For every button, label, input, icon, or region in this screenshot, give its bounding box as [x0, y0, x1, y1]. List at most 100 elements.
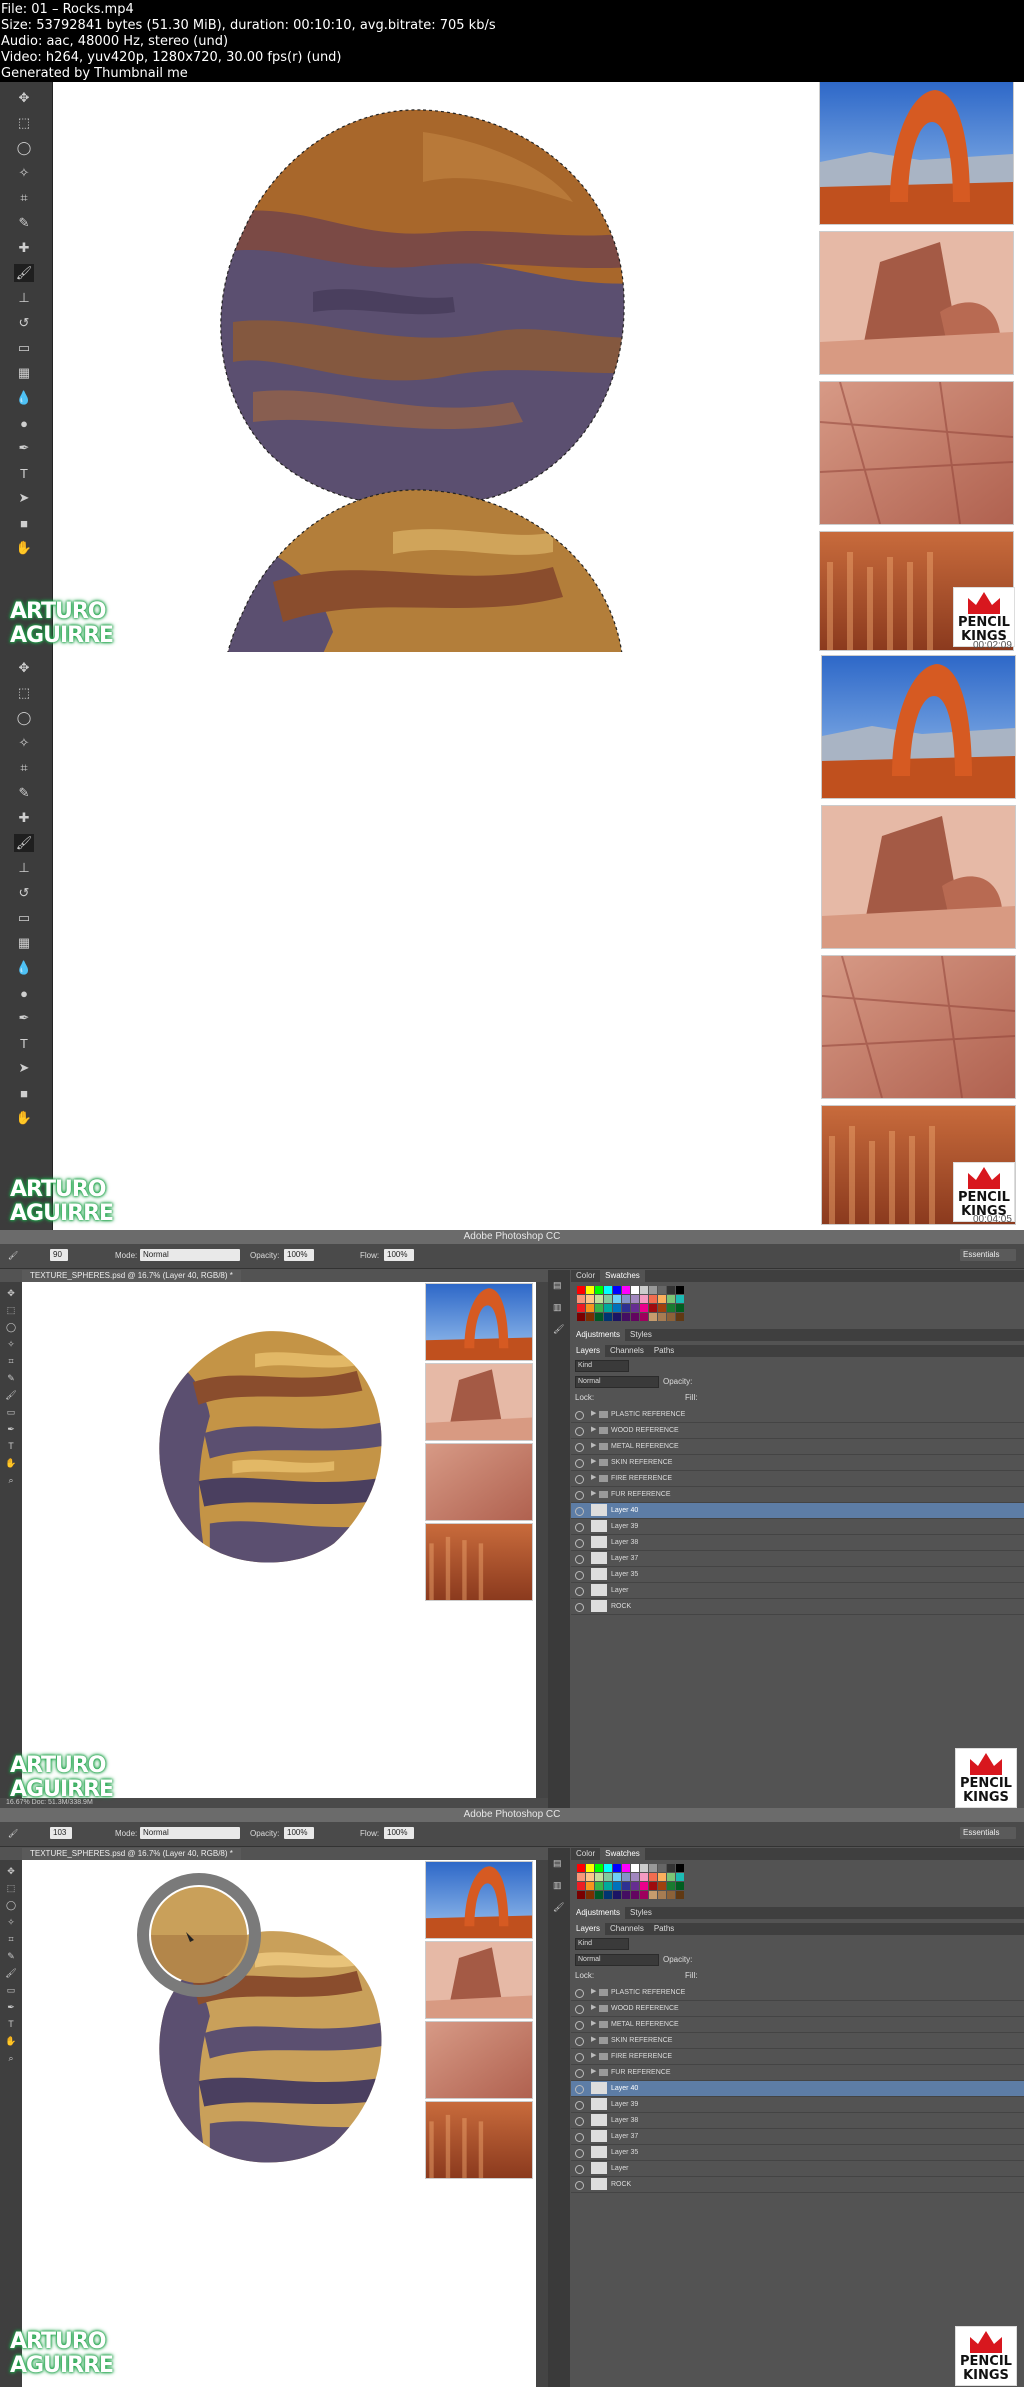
- visibility-eye-icon[interactable]: [575, 1427, 584, 1436]
- blend-mode-select[interactable]: Normal: [575, 1376, 659, 1388]
- swatch-chip[interactable]: [622, 1864, 630, 1872]
- swatch-chip[interactable]: [676, 1286, 684, 1294]
- layer-row[interactable]: ROCK: [571, 2177, 1024, 2193]
- layer-row[interactable]: Layer 38: [571, 1535, 1024, 1551]
- document-canvas[interactable]: [22, 1282, 536, 1798]
- swatch-chip[interactable]: [604, 1286, 612, 1294]
- swatch-chip[interactable]: [577, 1304, 585, 1312]
- swatch-chip[interactable]: [613, 1873, 621, 1881]
- swatch-chip[interactable]: [613, 1295, 621, 1303]
- marquee-tool-icon[interactable]: ⬚: [4, 1304, 18, 1316]
- tab-adjustments[interactable]: Adjustments: [571, 1329, 626, 1341]
- layer-row[interactable]: ▶ SKIN REFERENCE: [571, 1455, 1024, 1471]
- swatch-chip[interactable]: [604, 1304, 612, 1312]
- swatch-chip[interactable]: [649, 1286, 657, 1294]
- eraser-icon[interactable]: ▭: [4, 1406, 18, 1418]
- eyedropper-icon[interactable]: ✎: [14, 784, 34, 802]
- expand-arrow-icon[interactable]: ▶: [591, 2020, 596, 2028]
- swatch-chip[interactable]: [658, 1304, 666, 1312]
- visibility-eye-icon[interactable]: [575, 2181, 584, 2190]
- swatch-chip[interactable]: [622, 1313, 630, 1321]
- history-brush-icon[interactable]: ↺: [14, 314, 34, 332]
- visibility-eye-icon[interactable]: [575, 1491, 584, 1500]
- marquee-tool-icon[interactable]: ⬚: [14, 114, 34, 132]
- crop-tool-icon[interactable]: ⌗: [14, 189, 34, 207]
- eraser-icon[interactable]: ▭: [14, 339, 34, 357]
- zoom-tool-icon[interactable]: ⌕: [4, 1474, 18, 1486]
- swatch-chip[interactable]: [649, 1873, 657, 1881]
- swatch-chip[interactable]: [667, 1873, 675, 1881]
- properties-icon[interactable]: ▥: [553, 1302, 565, 1314]
- swatch-chip[interactable]: [640, 1304, 648, 1312]
- layer-row[interactable]: ▶ SKIN REFERENCE: [571, 2033, 1024, 2049]
- eyedropper-icon[interactable]: ✎: [4, 1950, 18, 1962]
- properties-icon[interactable]: ▥: [553, 1880, 565, 1892]
- swatch-chip[interactable]: [649, 1295, 657, 1303]
- layer-row[interactable]: ▶ PLASTIC REFERENCE: [571, 1985, 1024, 2001]
- path-select-icon[interactable]: ➤: [14, 1059, 34, 1077]
- swatch-chip[interactable]: [631, 1891, 639, 1899]
- swatch-chip[interactable]: [613, 1304, 621, 1312]
- visibility-eye-icon[interactable]: [575, 1475, 584, 1484]
- history-icon[interactable]: ▤: [553, 1280, 565, 1292]
- visibility-eye-icon[interactable]: [575, 1411, 584, 1420]
- swatch-chip[interactable]: [658, 1313, 666, 1321]
- swatch-chip[interactable]: [631, 1286, 639, 1294]
- visibility-eye-icon[interactable]: [575, 1587, 584, 1596]
- swatch-chip[interactable]: [622, 1873, 630, 1881]
- swatch-chip[interactable]: [604, 1313, 612, 1321]
- swatch-chip[interactable]: [595, 1313, 603, 1321]
- swatch-chip[interactable]: [658, 1891, 666, 1899]
- tab-channels[interactable]: Channels: [605, 1923, 649, 1935]
- crop-tool-icon[interactable]: ⌗: [4, 1355, 18, 1367]
- move-tool-icon[interactable]: ✥: [14, 659, 34, 677]
- mode-select[interactable]: Normal: [140, 1249, 240, 1261]
- swatch-chip[interactable]: [613, 1891, 621, 1899]
- canvas[interactable]: PENCIL KINGS 00:02:09: [53, 82, 1024, 652]
- healing-brush-icon[interactable]: ✚: [14, 809, 34, 827]
- layer-row[interactable]: ▶ METAL REFERENCE: [571, 2017, 1024, 2033]
- swatch-grid[interactable]: [577, 1286, 1024, 1321]
- swatch-chip[interactable]: [586, 1295, 594, 1303]
- eraser-icon[interactable]: ▭: [4, 1984, 18, 1996]
- swatch-chip[interactable]: [577, 1873, 585, 1881]
- visibility-eye-icon[interactable]: [575, 1459, 584, 1468]
- lasso-tool-icon[interactable]: ◯: [14, 139, 34, 157]
- tab-color[interactable]: Color: [571, 1270, 600, 1282]
- swatch-chip[interactable]: [604, 1864, 612, 1872]
- layer-row[interactable]: Layer 40: [571, 1503, 1024, 1519]
- expand-arrow-icon[interactable]: ▶: [591, 2004, 596, 2012]
- swatch-chip[interactable]: [676, 1864, 684, 1872]
- healing-brush-icon[interactable]: ✚: [14, 239, 34, 257]
- eyedropper-icon[interactable]: ✎: [14, 214, 34, 232]
- swatch-chip[interactable]: [631, 1313, 639, 1321]
- swatch-chip[interactable]: [577, 1313, 585, 1321]
- swatch-chip[interactable]: [640, 1882, 648, 1890]
- swatch-chip[interactable]: [667, 1286, 675, 1294]
- marquee-tool-icon[interactable]: ⬚: [4, 1882, 18, 1894]
- blur-tool-icon[interactable]: 💧: [14, 959, 34, 977]
- swatch-chip[interactable]: [586, 1873, 594, 1881]
- document-tab[interactable]: TEXTURE_SPHERES.psd @ 16.7% (Layer 40, R…: [22, 1270, 241, 1282]
- brush-size[interactable]: 90: [50, 1249, 68, 1261]
- visibility-eye-icon[interactable]: [575, 2149, 584, 2158]
- layer-row[interactable]: Layer: [571, 1583, 1024, 1599]
- visibility-eye-icon[interactable]: [575, 2133, 584, 2142]
- layer-row[interactable]: ▶ WOOD REFERENCE: [571, 2001, 1024, 2017]
- layer-row[interactable]: ▶ PLASTIC REFERENCE: [571, 1407, 1024, 1423]
- brush-tool-icon[interactable]: 🖌: [4, 1389, 18, 1401]
- swatch-chip[interactable]: [640, 1286, 648, 1294]
- swatch-chip[interactable]: [631, 1295, 639, 1303]
- swatch-chip[interactable]: [631, 1304, 639, 1312]
- swatch-chip[interactable]: [613, 1864, 621, 1872]
- swatch-chip[interactable]: [586, 1891, 594, 1899]
- flow-field[interactable]: 100%: [384, 1249, 414, 1261]
- expand-arrow-icon[interactable]: ▶: [591, 2036, 596, 2044]
- swatch-chip[interactable]: [577, 1286, 585, 1294]
- workspace-switcher[interactable]: Essentials: [960, 1249, 1016, 1261]
- brush-panel-icon[interactable]: 🖌: [553, 1902, 565, 1914]
- swatch-chip[interactable]: [577, 1891, 585, 1899]
- layer-row[interactable]: Layer 39: [571, 2097, 1024, 2113]
- layer-row[interactable]: ROCK: [571, 1599, 1024, 1615]
- magic-wand-icon[interactable]: ✧: [14, 734, 34, 752]
